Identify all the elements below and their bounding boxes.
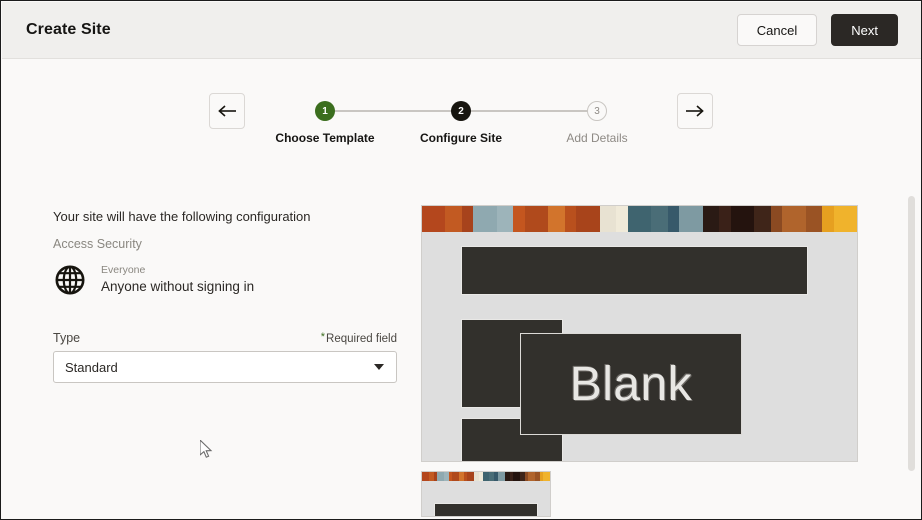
access-texts: Everyone Anyone without signing in (101, 264, 254, 296)
step-2-label: Configure Site (419, 131, 502, 145)
type-select-value: Standard (65, 359, 118, 375)
strip-segment (528, 472, 535, 481)
access-security-label: Access Security (53, 237, 142, 251)
required-asterisk-icon: * (320, 331, 326, 343)
template-preview-pane: Blank (416, 169, 921, 519)
required-field-note: *Required field (321, 331, 397, 345)
strip-segment (437, 472, 444, 481)
type-select[interactable]: Standard (53, 351, 397, 383)
template-block-header (461, 246, 808, 295)
step-2[interactable]: 2 Configure Site (393, 93, 529, 145)
template-name-card: Blank (520, 333, 742, 435)
template-layout-body-next (422, 498, 550, 516)
strip-segment (524, 206, 549, 232)
stepper-forward-button[interactable] (677, 93, 713, 129)
strip-segment (564, 206, 577, 232)
cancel-button[interactable]: Cancel (736, 14, 818, 46)
strip-segment (422, 206, 446, 232)
step-3-circle[interactable]: 3 (587, 101, 607, 121)
steps-list: 1 Choose Template 2 Configure Site 3 Add… (257, 93, 665, 145)
strip-segment (548, 206, 565, 232)
step-3[interactable]: 3 Add Details (529, 93, 665, 145)
strip-segment (482, 472, 490, 481)
step-1[interactable]: 1 Choose Template (257, 93, 393, 145)
strip-segment (651, 206, 668, 232)
strip-segment (576, 206, 600, 232)
configuration-pane: Your site will have the following config… (1, 169, 416, 519)
template-color-strip-next (422, 472, 550, 481)
access-security-summary: Everyone Anyone without signing in (53, 263, 416, 297)
strip-segment (754, 206, 771, 232)
template-name-label: Blank (569, 357, 693, 411)
strip-segment (627, 206, 652, 232)
strip-segment (445, 206, 462, 232)
globe-icon (53, 263, 87, 297)
strip-segment (667, 206, 680, 232)
header-actions: Cancel Next (736, 14, 898, 46)
required-field-text: Required field (326, 333, 397, 345)
access-description: Anyone without signing in (101, 279, 255, 295)
strip-segment (512, 472, 520, 481)
window-header: Create Site Cancel Next (2, 2, 921, 59)
wizard-stepper: 1 Choose Template 2 Configure Site 3 Add… (1, 59, 921, 169)
template-card-blank[interactable]: Blank (421, 205, 858, 462)
strip-segment (452, 472, 460, 481)
page-scrollbar-track[interactable] (905, 59, 919, 518)
access-audience-label: Everyone (101, 264, 146, 277)
strip-segment (616, 206, 628, 232)
step-1-label: Choose Template (275, 131, 375, 145)
next-button[interactable]: Next (831, 14, 898, 46)
strip-segment (805, 206, 823, 232)
strip-segment (730, 206, 755, 232)
page-title: Create Site (26, 21, 111, 38)
template-next-block-header (434, 503, 538, 516)
strip-segment (702, 206, 720, 232)
strip-segment (543, 472, 550, 481)
template-color-strip (422, 206, 857, 232)
arrow-right-icon (685, 104, 705, 118)
strip-segment (679, 206, 703, 232)
type-field-header: Type *Required field (53, 331, 397, 345)
strip-segment (719, 206, 731, 232)
strip-segment (461, 206, 474, 232)
page-scrollbar-thumb[interactable] (908, 196, 915, 471)
strip-segment (782, 206, 806, 232)
strip-segment (513, 206, 525, 232)
arrow-left-icon (217, 104, 237, 118)
stepper-back-button[interactable] (209, 93, 245, 129)
type-field-block: Type *Required field Standard (53, 331, 397, 383)
strip-segment (422, 472, 429, 481)
type-field-label: Type (53, 331, 81, 345)
step-1-circle[interactable]: 1 (315, 101, 335, 121)
template-card-next[interactable] (421, 471, 551, 517)
configuration-heading: Your site will have the following config… (53, 209, 311, 224)
strip-segment (496, 206, 514, 232)
step-3-label: Add Details (566, 131, 628, 145)
template-layout-body: Blank (422, 232, 857, 461)
strip-segment (599, 206, 617, 232)
step-2-circle[interactable]: 2 (451, 101, 471, 121)
strip-segment (467, 472, 475, 481)
chevron-down-icon[interactable] (374, 364, 384, 370)
strip-segment (473, 206, 497, 232)
strip-segment (822, 206, 834, 232)
strip-segment (497, 472, 505, 481)
strip-segment (833, 206, 857, 232)
main-content: Your site will have the following config… (1, 169, 921, 519)
create-site-window: Create Site Cancel Next 1 Choose Templat… (0, 0, 922, 520)
strip-segment (770, 206, 783, 232)
